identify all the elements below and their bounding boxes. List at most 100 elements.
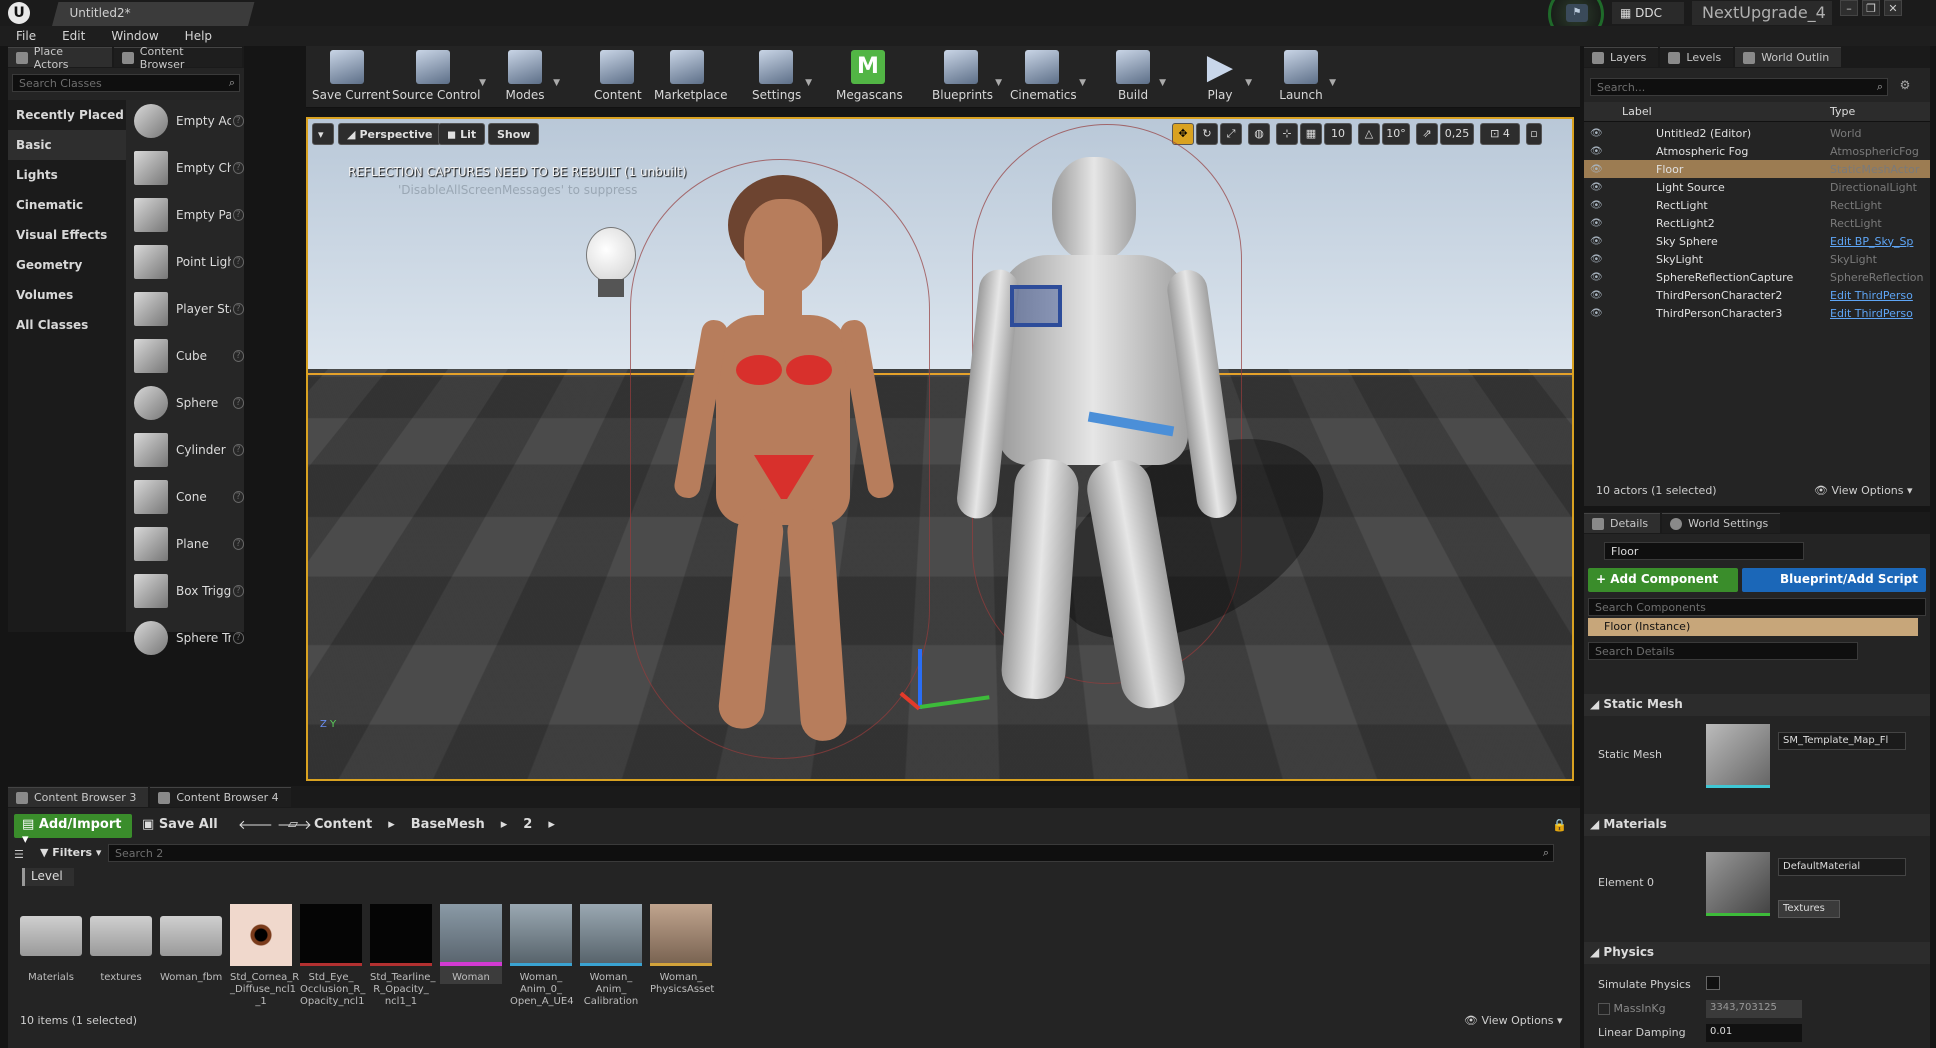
dropdown-arrow-icon[interactable]: ▼ — [553, 78, 560, 88]
outliner-row[interactable]: 👁 ThirdPersonCharacter2 Edit ThirdPerso — [1584, 286, 1930, 304]
flag-icon[interactable]: ⚑ — [1566, 4, 1588, 22]
close-icon[interactable]: ✕ — [1884, 0, 1902, 16]
marketplace-button[interactable]: Marketplace — [654, 50, 728, 106]
save-current-button[interactable]: Save Current — [312, 50, 390, 106]
visibility-eye-icon[interactable]: 👁 — [1590, 200, 1604, 211]
section-materials[interactable]: ◢ Materials — [1584, 814, 1930, 836]
category-cinematic[interactable]: Cinematic — [8, 190, 126, 220]
outliner-row[interactable]: 👁 Floor StaticMeshActor — [1584, 160, 1930, 178]
actor-point-light[interactable]: Point Light? — [126, 243, 244, 281]
column-label[interactable]: Label — [1622, 105, 1652, 118]
add-component-button[interactable]: + Add Component — [1588, 568, 1738, 592]
actor-player-start[interactable]: Player Start? — [126, 290, 244, 328]
actor-cone[interactable]: Cone? — [126, 478, 244, 516]
help-icon[interactable]: ? — [232, 444, 244, 456]
scale-icon[interactable]: ⤢ — [1220, 123, 1242, 145]
blueprint-add-script-button[interactable]: Blueprint/Add Script — [1742, 568, 1926, 592]
simulate-physics-checkbox[interactable] — [1706, 976, 1720, 990]
asset-tile[interactable]: Std_Eye_ Occlusion_R_ Opacity_ncl1 — [300, 904, 365, 1008]
actor-sphere[interactable]: Sphere? — [126, 384, 244, 422]
viewport-options-button[interactable]: ▾ — [312, 123, 334, 145]
category-visual-effects[interactable]: Visual Effects — [8, 220, 126, 250]
outliner-row[interactable]: 👁 SkyLight SkyLight — [1584, 250, 1930, 268]
visibility-eye-icon[interactable]: 👁 — [1590, 146, 1604, 157]
category-volumes[interactable]: Volumes — [8, 280, 126, 310]
help-icon[interactable]: ? — [232, 585, 244, 597]
gizmo-z-axis[interactable] — [918, 649, 922, 709]
menu-edit[interactable]: Edit — [62, 29, 85, 43]
level-viewport[interactable]: ▾ ◢ Perspective ◼ Lit Show ✥ ↻ ⤢ ◍ ⊹ ▦ 10 … — [306, 117, 1574, 781]
light-bulb-icon[interactable] — [586, 227, 636, 283]
visibility-eye-icon[interactable]: 👁 — [1590, 272, 1604, 283]
category-basic[interactable]: Basic — [8, 130, 126, 160]
modes-button[interactable]: Modes ▼ — [502, 50, 560, 106]
maximize-viewport-icon[interactable]: ▫ — [1526, 123, 1542, 145]
show-button[interactable]: Show — [488, 123, 540, 145]
actor-name-field[interactable]: Floor — [1604, 542, 1804, 560]
visibility-eye-icon[interactable]: 👁 — [1590, 308, 1604, 319]
perspective-button[interactable]: ◢ Perspective — [338, 123, 442, 145]
asset-tile[interactable]: Woman_ Anim_ Calibration — [580, 904, 642, 1008]
textures-dropdown[interactable]: Textures — [1778, 900, 1840, 918]
outliner-row-type[interactable]: Edit ThirdPerso — [1830, 307, 1926, 320]
unreal-logo-icon[interactable]: U — [8, 2, 30, 24]
outliner-row-type[interactable]: Edit BP_Sky_Sp — [1830, 235, 1926, 248]
settings-button[interactable]: Settings ▼ — [752, 50, 812, 106]
outliner-row[interactable]: 👁 Light Source DirectionalLight — [1584, 178, 1930, 196]
grid-snap-value[interactable]: 10 — [1324, 123, 1352, 145]
dropdown-arrow-icon[interactable]: ▼ — [1329, 78, 1336, 88]
world-icon[interactable]: ◍ — [1248, 123, 1270, 145]
dropdown-arrow-icon[interactable]: ▼ — [479, 78, 486, 88]
dropdown-arrow-icon[interactable]: ▼ — [1159, 78, 1166, 88]
tab-world-settings[interactable]: World Settings — [1662, 513, 1781, 533]
tab-place-actors[interactable]: Place Actors — [8, 45, 112, 71]
linear-damping-field[interactable]: 0.01 — [1706, 1024, 1802, 1042]
scale-snap-value[interactable]: 0,25 — [1440, 123, 1474, 145]
visibility-eye-icon[interactable]: 👁 — [1590, 182, 1604, 193]
column-type[interactable]: Type — [1830, 105, 1855, 118]
rotate-icon[interactable]: ↻ — [1196, 123, 1218, 145]
visibility-eye-icon[interactable]: 👁 — [1590, 164, 1604, 175]
asset-tile[interactable]: Std_Tearline_ R_Opacity_ ncl1_1 — [370, 904, 435, 1008]
category-lights[interactable]: Lights — [8, 160, 126, 190]
search-components-input[interactable]: Search Components — [1588, 598, 1926, 616]
outliner-search-input[interactable]: Search... ⌕ — [1590, 78, 1888, 96]
dropdown-arrow-icon[interactable]: ▼ — [995, 78, 1002, 88]
asset-tile[interactable]: Woman_fbm — [160, 904, 222, 984]
visibility-eye-icon[interactable]: 👁 — [1590, 218, 1604, 229]
help-icon[interactable]: ? — [232, 350, 244, 362]
section-physics[interactable]: ◢ Physics — [1584, 942, 1930, 964]
scale-snap-icon[interactable]: ⇗ — [1416, 123, 1438, 145]
asset-tile[interactable]: Woman_ PhysicsAsset — [650, 904, 714, 996]
tab-levels[interactable]: Levels — [1660, 47, 1734, 67]
outliner-row[interactable]: 👁 SphereReflectionCapture SphereReflection — [1584, 268, 1930, 286]
static-mesh-dropdown[interactable]: SM_Template_Map_Fl — [1778, 732, 1906, 750]
outliner-row[interactable]: 👁 Atmospheric Fog AtmosphericFog — [1584, 142, 1930, 160]
content-button[interactable]: Content — [594, 50, 642, 106]
outliner-row[interactable]: 👁 Untitled2 (Editor) World — [1584, 124, 1930, 142]
menu-file[interactable]: File — [16, 29, 36, 43]
component-floor-instance[interactable]: Floor (Instance) — [1588, 618, 1918, 636]
actor-plane[interactable]: Plane? — [126, 525, 244, 563]
dropdown-arrow-icon[interactable]: ▼ — [805, 78, 812, 88]
asset-tile[interactable]: Std_Cornea_R _Diffuse_ncl1 _1 — [230, 904, 299, 1008]
grid-snap-icon[interactable]: ▦ — [1300, 123, 1322, 145]
static-mesh-thumbnail[interactable] — [1706, 724, 1770, 788]
actor-empty-pawn[interactable]: Empty Pawn? — [126, 196, 244, 234]
help-icon[interactable]: ? — [232, 491, 244, 503]
asset-tile[interactable]: Woman_ Anim_0_ Open_A_UE4 — [510, 904, 574, 1008]
menu-help[interactable]: Help — [185, 29, 212, 43]
blueprints-button[interactable]: Blueprints ▼ — [932, 50, 1002, 106]
help-icon[interactable]: ? — [232, 303, 244, 315]
category-recently-placed[interactable]: Recently Placed — [8, 100, 126, 130]
search-details-input[interactable]: Search Details — [1588, 642, 1858, 660]
cb-view-options[interactable]: 👁 View Options ▾ — [1464, 1014, 1563, 1027]
minimize-icon[interactable]: – — [1840, 0, 1858, 16]
material-thumbnail[interactable] — [1706, 852, 1770, 916]
menu-window[interactable]: Window — [111, 29, 158, 43]
help-icon[interactable]: ? — [232, 209, 244, 221]
angle-snap-value[interactable]: 10° — [1382, 123, 1410, 145]
launch-button[interactable]: Launch ▼ — [1278, 50, 1336, 106]
cinematics-button[interactable]: Cinematics ▼ — [1010, 50, 1086, 106]
visibility-eye-icon[interactable]: 👁 — [1590, 254, 1604, 265]
